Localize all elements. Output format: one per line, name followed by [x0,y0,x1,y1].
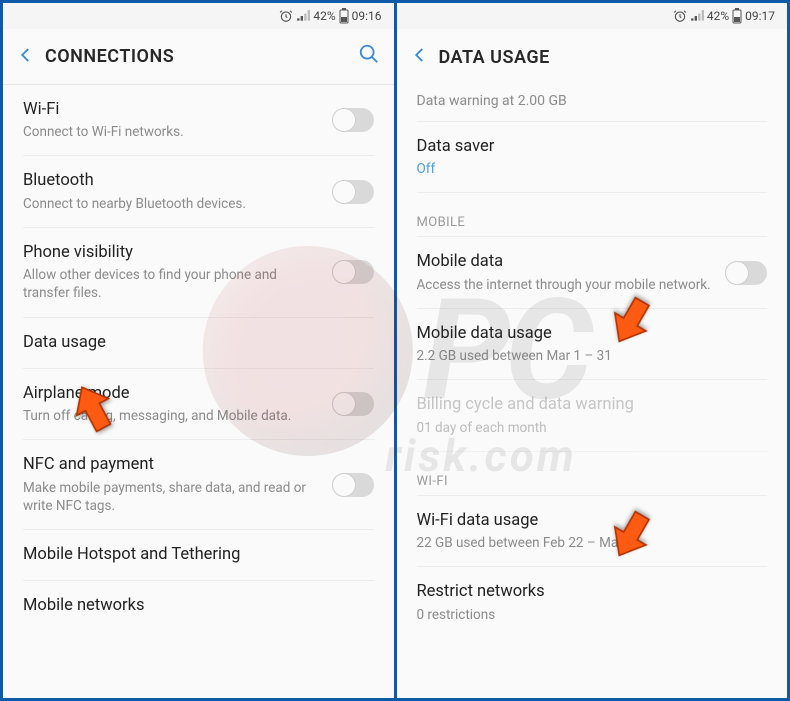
row-sub: Make mobile payments, share data, and re… [23,479,322,515]
row-nfc-payment[interactable]: NFC and payment Make mobile payments, sh… [23,440,374,530]
row-wifi[interactable]: Wi-Fi Connect to Wi-Fi networks. [23,85,374,156]
row-data-saver[interactable]: Data saver Off [417,122,768,193]
row-phone-visibility[interactable]: Phone visibility Allow other devices to … [23,228,374,318]
alarm-icon [279,9,293,23]
row-billing-cycle[interactable]: Billing cycle and data warning 01 day of… [417,380,768,451]
phone-right-data-usage: 42% 09:17 DATA USAGE Data warning at 2.0… [397,3,788,698]
battery-percent: 42% [313,9,335,23]
statusbar-right: 42% 09:17 [397,3,788,29]
battery-percent: 42% [707,9,729,23]
back-button[interactable] [411,45,439,69]
battery-icon [339,8,349,24]
row-title: Wi-Fi [23,99,322,121]
row-sub: Off [417,160,768,178]
row-title: Airplane mode [23,383,322,405]
clock-time: 09:17 [745,9,775,23]
header-left: CONNECTIONS [3,29,394,85]
row-sub: Connect to nearby Bluetooth devices. [23,195,322,213]
row-sub: 22 GB used between Feb 22 – Mar 21 [417,534,768,552]
row-restrict-networks[interactable]: Restrict networks 0 restrictions [417,567,768,637]
row-title: Data saver [417,136,768,158]
content-right: Data warning at 2.00 GB Data saver Off M… [397,85,788,698]
row-bluetooth[interactable]: Bluetooth Connect to nearby Bluetooth de… [23,156,374,227]
nfc-toggle[interactable] [332,473,374,497]
wifi-toggle[interactable] [332,108,374,132]
bluetooth-toggle[interactable] [332,180,374,204]
row-title: Wi-Fi data usage [417,510,768,532]
row-title: Restrict networks [417,581,768,603]
row-mobile-networks[interactable]: Mobile networks [23,581,374,631]
mobile-data-toggle[interactable] [725,261,767,285]
row-title: Bluetooth [23,170,322,192]
row-sub: Connect to Wi-Fi networks. [23,123,322,141]
clock-time: 09:16 [352,9,382,23]
phone-visibility-toggle[interactable] [332,260,374,284]
row-wifi-data-usage[interactable]: Wi-Fi data usage 22 GB used between Feb … [417,496,768,567]
row-title: Phone visibility [23,242,322,264]
row-airplane-mode[interactable]: Airplane mode Turn off calling, messagin… [23,369,374,440]
row-mobile-data[interactable]: Mobile data Access the internet through … [417,237,768,308]
page-title: CONNECTIONS [45,46,358,67]
airplane-toggle[interactable] [332,392,374,416]
alarm-icon [673,9,687,23]
row-data-usage[interactable]: Data usage [23,318,374,369]
signal-icon [296,9,310,23]
row-title: Mobile data [417,251,716,273]
row-sub: Turn off calling, messaging, and Mobile … [23,407,322,425]
row-title: Data usage [23,332,374,354]
signal-icon [690,9,704,23]
row-sub: 01 day of each month [417,419,768,437]
row-title: Mobile Hotspot and Tethering [23,544,374,566]
row-title: Billing cycle and data warning [417,394,768,416]
row-title: Mobile data usage [417,323,768,345]
back-button[interactable] [17,45,45,69]
search-button[interactable] [358,43,380,70]
battery-icon [732,8,742,24]
row-sub: Allow other devices to find your phone a… [23,266,322,302]
row-mobile-data-usage[interactable]: Mobile data usage 2.2 GB used between Ma… [417,309,768,380]
row-title: NFC and payment [23,454,322,476]
row-hotspot-tethering[interactable]: Mobile Hotspot and Tethering [23,530,374,581]
section-mobile-label: MOBILE [417,193,768,237]
statusbar-left: 42% 09:16 [3,3,394,29]
row-sub: 2.2 GB used between Mar 1 – 31 [417,347,768,365]
page-title: DATA USAGE [439,47,774,68]
phone-left-connections: 42% 09:16 CONNECTIONS Wi-Fi Connect to W… [3,3,394,698]
section-wifi-label: WI-FI [417,452,768,496]
row-sub: 0 restrictions [417,606,768,624]
data-warning-text: Data warning at 2.00 GB [417,85,768,122]
header-right: DATA USAGE [397,29,788,85]
row-title: Mobile networks [23,595,374,617]
content-left: Wi-Fi Connect to Wi-Fi networks. Bluetoo… [3,85,394,698]
row-sub: Access the internet through your mobile … [417,276,716,294]
